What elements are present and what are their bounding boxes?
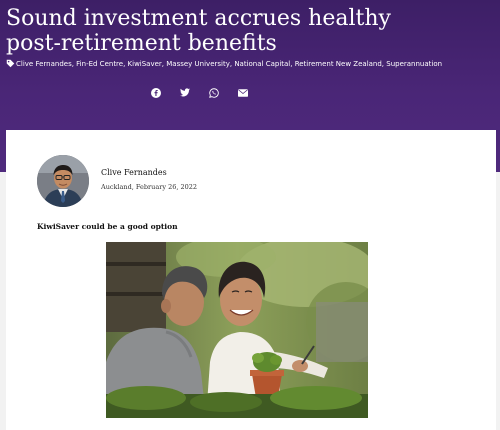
tags-text[interactable]: Clive Fernandes, Fin-Ed Centre, KiwiSave… (16, 60, 442, 68)
share-bar (150, 87, 248, 98)
article-photo (106, 242, 368, 418)
author-name[interactable]: Clive Fernandes (101, 168, 167, 177)
email-share-button[interactable] (237, 87, 248, 98)
twitter-icon (179, 88, 190, 97)
tag-list: Clive Fernandes, Fin-Ed Centre, KiwiSave… (6, 59, 496, 68)
email-icon (237, 88, 248, 97)
tags-icon (6, 59, 15, 68)
whatsapp-icon (208, 87, 219, 98)
facebook-icon (150, 87, 161, 98)
article-title: Sound investment accrues healthy post-re… (6, 6, 391, 56)
facebook-share-button[interactable] (150, 87, 161, 98)
whatsapp-share-button[interactable] (208, 87, 219, 98)
author-avatar (37, 155, 89, 207)
couple-gardening-image (106, 242, 368, 418)
dateline: Auckland, February 26, 2022 (101, 183, 198, 191)
article-body: Clive Fernandes Auckland, February 26, 2… (6, 130, 496, 430)
twitter-share-button[interactable] (179, 87, 190, 98)
article-lead: KiwiSaver could be a good option (37, 222, 178, 231)
author-photo (37, 155, 89, 207)
